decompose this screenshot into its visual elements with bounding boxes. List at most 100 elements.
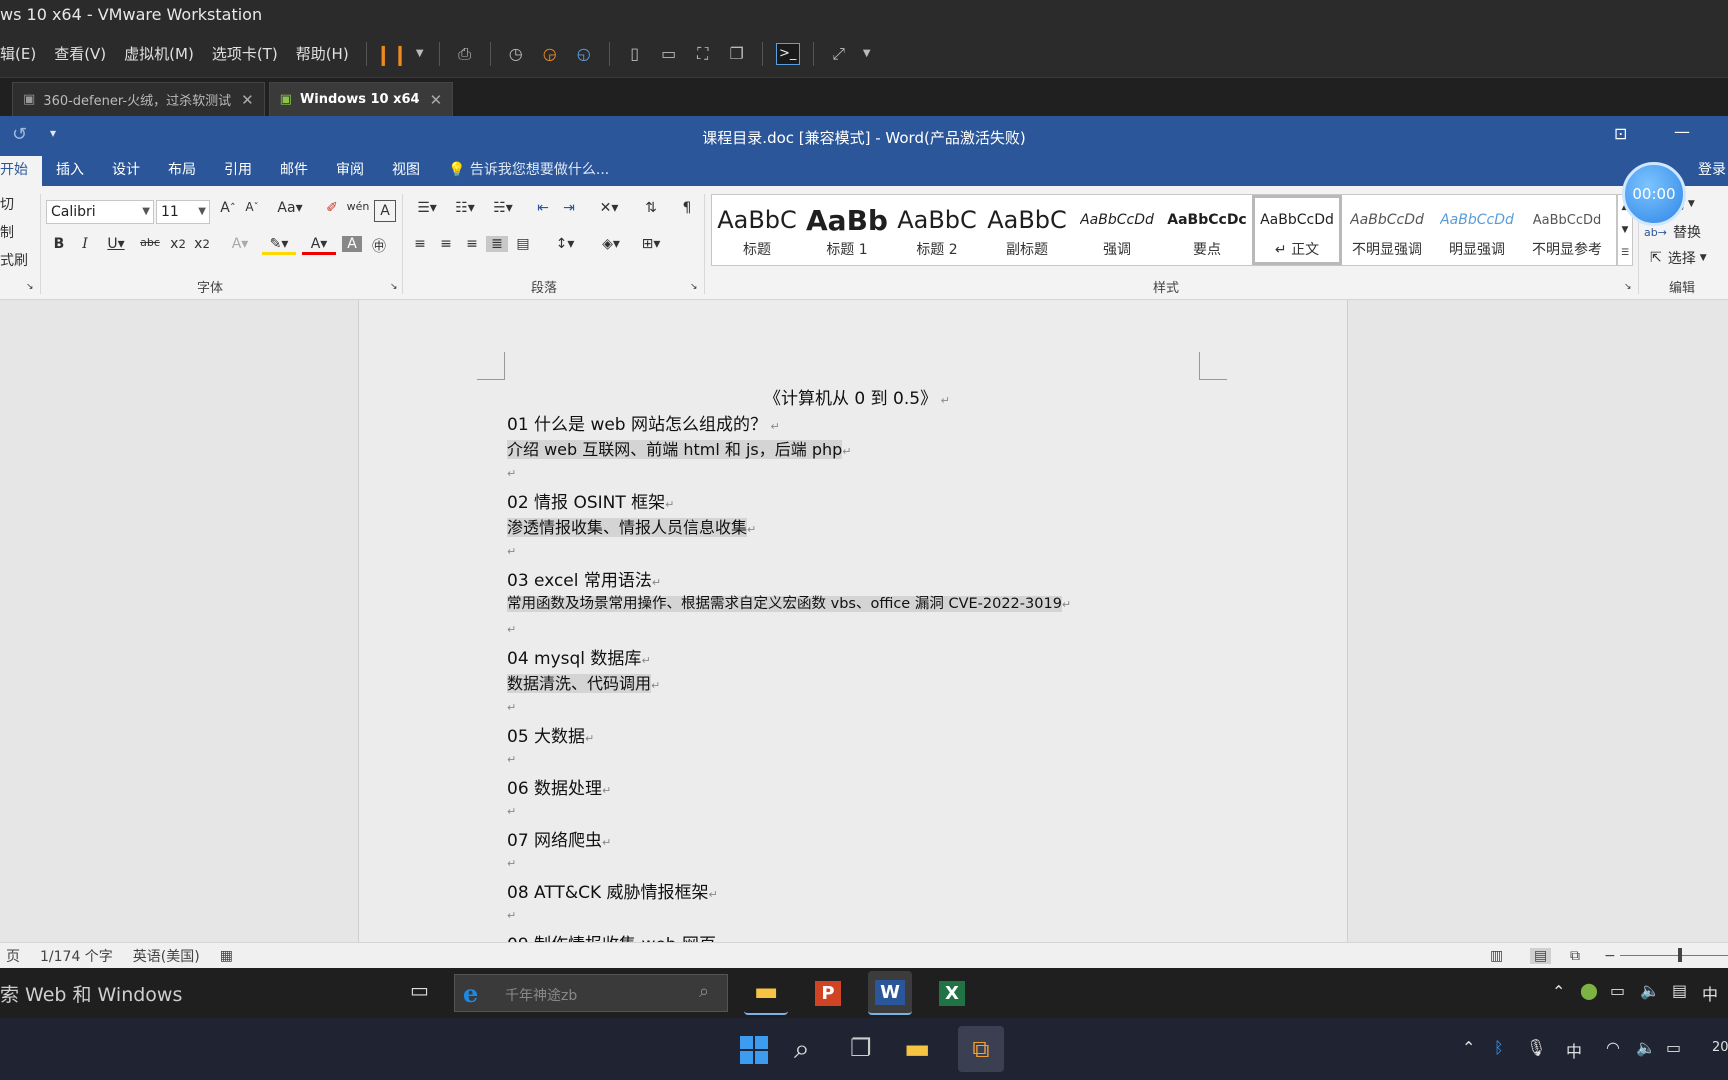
phonetic-guide-icon[interactable]: wén: [347, 200, 370, 213]
notification-icon[interactable]: ▤: [1672, 981, 1687, 1000]
zoom-slider-thumb[interactable]: [1678, 948, 1682, 962]
superscript-button[interactable]: x2: [192, 236, 212, 252]
macro-record-icon[interactable]: ▦: [220, 948, 233, 964]
cut-button[interactable]: 切: [0, 194, 14, 214]
style-subtle-reference[interactable]: AaBbCcDd 不明显参考: [1522, 195, 1612, 265]
font-name-combo[interactable]: Calibri ▼: [46, 200, 154, 224]
copy-button[interactable]: 制: [0, 222, 14, 242]
style-subtle-emphasis[interactable]: AaBbCcDd 不明显强调: [1342, 195, 1432, 265]
style-normal[interactable]: AaBbCcDd ↵ 正文: [1252, 195, 1342, 265]
clear-format-icon[interactable]: ✐: [322, 200, 342, 216]
chevron-down-icon[interactable]: ▼: [414, 43, 426, 65]
file-explorer-icon[interactable]: ▬: [904, 1032, 930, 1065]
line-spacing-icon[interactable]: ↕▾: [548, 236, 582, 252]
volume-icon[interactable]: 🔈: [1636, 1038, 1656, 1057]
thumbnail-icon[interactable]: ▭: [657, 43, 681, 65]
file-explorer-icon[interactable]: ▬: [744, 971, 788, 1015]
send-keys-icon[interactable]: ⎙: [453, 43, 477, 65]
network-icon[interactable]: ▭: [1610, 981, 1625, 1000]
style-strong[interactable]: AaBbCcDc 要点: [1162, 195, 1252, 265]
menu-tabs[interactable]: 选项卡(T): [203, 43, 287, 64]
volume-icon[interactable]: 🔈: [1640, 981, 1660, 1000]
sidebar-icon[interactable]: ▯: [623, 43, 647, 65]
snapshot-manager-icon[interactable]: ◵: [572, 43, 596, 65]
ribbon-display-icon[interactable]: ⊡: [1614, 124, 1627, 143]
text-effect-icon[interactable]: A▾: [226, 236, 254, 252]
zoom-out-icon[interactable]: −: [1604, 948, 1616, 964]
style-heading-2[interactable]: AaBbC 标题 2: [892, 195, 982, 265]
tab-references[interactable]: 引用: [210, 156, 266, 186]
cortana-search[interactable]: 索 Web 和 Windows: [0, 980, 182, 1007]
ime-indicator[interactable]: 中: [1566, 1038, 1582, 1062]
menu-edit[interactable]: 辑(E): [0, 43, 45, 64]
tab-insert[interactable]: 插入: [42, 156, 98, 186]
tab-windows-10[interactable]: ▣ Windows 10 x64 ✕: [268, 82, 454, 116]
tab-360-defener[interactable]: ▣ 360-defener-火绒，过杀软测试 ✕: [12, 82, 265, 116]
font-size-combo[interactable]: 11 ▼: [156, 200, 210, 224]
align-right-icon[interactable]: ≡: [462, 236, 482, 252]
zoom-slider[interactable]: [1620, 955, 1728, 956]
start-icon[interactable]: [740, 1036, 768, 1064]
menu-vm[interactable]: 虚拟机(M): [115, 43, 203, 64]
tab-review[interactable]: 审阅: [322, 156, 378, 186]
close-icon[interactable]: ✕: [241, 91, 254, 109]
language-indicator[interactable]: 英语(美国): [133, 946, 200, 966]
bold-button[interactable]: B: [50, 236, 68, 252]
snapshot-icon[interactable]: ◷: [504, 43, 528, 65]
align-center-icon[interactable]: ≡: [436, 236, 456, 252]
tab-home[interactable]: 开始: [0, 156, 42, 186]
dialog-launcher-icon[interactable]: ↘: [1624, 282, 1632, 292]
task-view-icon[interactable]: ❐: [850, 1034, 872, 1062]
stretch-icon[interactable]: ⤢: [827, 43, 851, 65]
menu-view[interactable]: 查看(V): [45, 43, 115, 64]
unity-icon[interactable]: ❐: [725, 43, 749, 65]
distributed-icon[interactable]: ▤: [512, 236, 534, 252]
underline-button[interactable]: U▾: [102, 236, 130, 252]
style-emphasis[interactable]: AaBbCcDd 强调: [1072, 195, 1162, 265]
dialog-launcher-icon[interactable]: ↘: [690, 282, 698, 292]
wifi-icon[interactable]: ◠: [1606, 1038, 1620, 1057]
tab-view[interactable]: 视图: [378, 156, 434, 186]
style-intense-emphasis[interactable]: AaBbCcDd 明显强调: [1432, 195, 1522, 265]
tab-layout[interactable]: 布局: [154, 156, 210, 186]
grow-font-icon[interactable]: Aˆ: [218, 200, 238, 216]
chevron-up-icon[interactable]: ⌃: [1462, 1038, 1475, 1057]
search-icon[interactable]: ⌕: [699, 981, 709, 1002]
highlight-icon[interactable]: ✎▾: [262, 236, 296, 255]
tab-design[interactable]: 设计: [98, 156, 154, 186]
excel-icon[interactable]: X: [930, 971, 974, 1015]
subscript-button[interactable]: x2: [168, 236, 188, 252]
change-case-icon[interactable]: Aa▾: [274, 200, 306, 216]
read-mode-icon[interactable]: ▥: [1490, 948, 1503, 964]
tab-mailings[interactable]: 邮件: [266, 156, 322, 186]
tell-me-box[interactable]: 💡 告诉我您想要做什么...: [434, 156, 623, 186]
style-heading-1[interactable]: AaBb 标题 1: [802, 195, 892, 265]
web-layout-icon[interactable]: ⧉: [1570, 948, 1580, 964]
microphone-icon[interactable]: 🎙: [1526, 1038, 1546, 1057]
bullets-icon[interactable]: ☰▾: [410, 200, 444, 216]
close-icon[interactable]: ✕: [430, 91, 443, 109]
vmware-icon[interactable]: ⧉: [958, 1026, 1004, 1072]
ime-indicator[interactable]: 中: [1702, 981, 1718, 1005]
decrease-indent-icon[interactable]: ⇤: [532, 200, 554, 216]
char-border-icon[interactable]: A: [374, 200, 396, 222]
menu-help[interactable]: 帮助(H): [287, 43, 358, 64]
select-button[interactable]: ⇱ 选择 ▼: [1650, 248, 1728, 268]
chevron-down-icon[interactable]: ▼: [861, 43, 873, 65]
char-shading-icon[interactable]: A: [342, 236, 362, 252]
revert-snapshot-icon[interactable]: ◶: [538, 43, 562, 65]
dialog-launcher-icon[interactable]: ↘: [26, 282, 34, 292]
powerpoint-icon[interactable]: P: [806, 971, 850, 1015]
search-icon[interactable]: ⌕: [794, 1032, 810, 1066]
login-link[interactable]: 登录: [1684, 156, 1728, 186]
word-icon[interactable]: W: [868, 971, 912, 1015]
enclose-char-icon[interactable]: ㊥: [368, 236, 390, 256]
expand-icon[interactable]: ☰: [1621, 248, 1629, 258]
sort-icon[interactable]: ⇅: [640, 200, 662, 216]
chevron-down-icon[interactable]: ▼: [1622, 225, 1629, 235]
numbering-icon[interactable]: ☷▾: [448, 200, 482, 216]
chevron-up-icon[interactable]: ⌃: [1552, 982, 1565, 1001]
shading-icon[interactable]: ◈▾: [594, 236, 628, 252]
justify-icon[interactable]: ≣: [486, 236, 508, 252]
style-subtitle[interactable]: AaBbC 副标题: [982, 195, 1072, 265]
